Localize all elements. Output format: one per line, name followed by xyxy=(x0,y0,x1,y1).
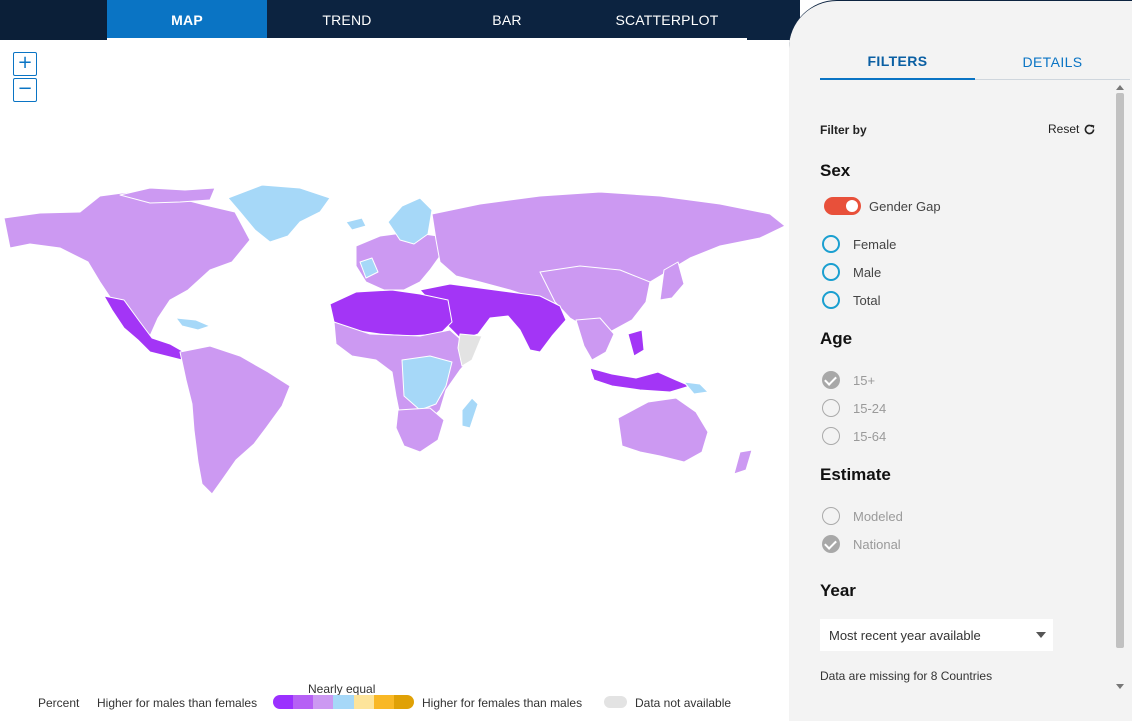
tab-scatterplot[interactable]: SCATTERPLOT xyxy=(587,0,747,40)
scroll-down-icon[interactable] xyxy=(1116,684,1124,689)
sex-option-male[interactable]: Male xyxy=(822,263,881,281)
check-icon xyxy=(822,371,840,389)
map-region-horn-of-africa[interactable] xyxy=(457,333,483,367)
sex-option-total[interactable]: Total xyxy=(822,291,880,309)
map-region-philippines[interactable] xyxy=(627,329,645,357)
age-option-label: 15+ xyxy=(853,372,876,388)
tab-bar[interactable]: BAR xyxy=(427,0,587,40)
sex-section-title: Sex xyxy=(820,161,851,180)
scroll-thumb[interactable] xyxy=(1116,93,1124,648)
chevron-down-icon xyxy=(1036,632,1046,638)
age-option-label: 15-64 xyxy=(853,428,887,444)
map-region-caribbean[interactable] xyxy=(175,317,211,331)
view-tabs-bar: MAP TREND BAR SCATTERPLOT xyxy=(0,0,800,40)
nav-left-block xyxy=(0,0,107,40)
radio-button xyxy=(822,399,840,417)
tab-filters[interactable]: FILTERS xyxy=(820,43,975,80)
world-map[interactable] xyxy=(0,40,790,680)
panel-tabs: FILTERS DETAILS xyxy=(820,43,1130,80)
estimate-option-label: Modeled xyxy=(853,508,903,524)
estimate-option-national: National xyxy=(822,535,901,553)
year-section-title: Year xyxy=(820,581,856,600)
missing-data-note: Data are missing for 8 Countries xyxy=(820,669,993,683)
age-section-title: Age xyxy=(820,329,853,348)
radio-button xyxy=(822,507,840,525)
map-region-southern-africa[interactable] xyxy=(395,407,445,453)
sex-option-label: Total xyxy=(853,292,881,308)
legend-nearly-equal-label: Nearly equal xyxy=(308,682,376,696)
map-region-png[interactable] xyxy=(683,381,709,395)
sex-option-label: Male xyxy=(853,264,882,280)
estimate-option-modeled: Modeled xyxy=(822,507,903,525)
filter-by-label: Filter by xyxy=(820,123,867,137)
age-option-label: 15-24 xyxy=(853,400,887,416)
tab-details[interactable]: DETAILS xyxy=(975,43,1130,80)
legend-swatch xyxy=(373,695,394,709)
check-icon xyxy=(822,535,840,553)
legend-swatch xyxy=(333,695,354,709)
map-region-new-zealand[interactable] xyxy=(733,449,753,475)
reset-label: Reset xyxy=(1048,122,1080,136)
tab-map[interactable]: MAP xyxy=(107,0,267,40)
legend-swatch xyxy=(393,695,414,709)
map-region-australia[interactable] xyxy=(617,397,709,463)
map-legend: Percent Higher for males than females Ne… xyxy=(0,680,790,721)
panel-scrollbar[interactable] xyxy=(1114,83,1126,700)
legend-male-label: Higher for males than females xyxy=(97,696,258,710)
map-region-south-america[interactable] xyxy=(179,345,291,495)
refresh-icon xyxy=(1084,124,1095,134)
map-region-indonesia[interactable] xyxy=(589,367,691,393)
age-option-15-24: 15-24 xyxy=(822,399,886,417)
radio-button[interactable] xyxy=(822,235,840,253)
legend-swatch xyxy=(353,695,374,709)
filter-panel: FILTERS DETAILS Filter by Reset Sex Gend… xyxy=(789,0,1132,721)
map-region-madagascar[interactable] xyxy=(461,397,479,429)
legend-swatch xyxy=(293,695,314,709)
legend-color-scale xyxy=(273,695,414,709)
gender-gap-toggle[interactable] xyxy=(824,197,861,215)
radio-button xyxy=(822,427,840,445)
legend-female-label: Higher for females than males xyxy=(422,696,583,710)
scroll-up-icon[interactable] xyxy=(1116,85,1124,90)
gender-gap-label: Gender Gap xyxy=(869,199,941,214)
radio-button[interactable] xyxy=(822,263,840,281)
legend-swatch xyxy=(273,695,294,709)
reset-button[interactable]: Reset xyxy=(1048,122,1096,136)
year-select[interactable]: Most recent year available xyxy=(820,619,1053,651)
age-option-15-64: 15-64 xyxy=(822,427,886,445)
legend-na-swatch xyxy=(604,696,627,708)
legend-percent-label: Percent xyxy=(38,696,80,710)
tab-trend[interactable]: TREND xyxy=(267,0,427,40)
year-select-value: Most recent year available xyxy=(829,627,981,643)
legend-swatch xyxy=(313,695,334,709)
estimate-section-title: Estimate xyxy=(820,465,891,484)
age-option-15-plus: 15+ xyxy=(822,371,875,389)
estimate-option-label: National xyxy=(853,536,901,552)
sex-option-female[interactable]: Female xyxy=(822,235,896,253)
radio-button[interactable] xyxy=(822,291,840,309)
sex-option-label: Female xyxy=(853,236,897,252)
map-region-iceland[interactable] xyxy=(345,217,367,231)
legend-na-label: Data not available xyxy=(635,696,732,710)
